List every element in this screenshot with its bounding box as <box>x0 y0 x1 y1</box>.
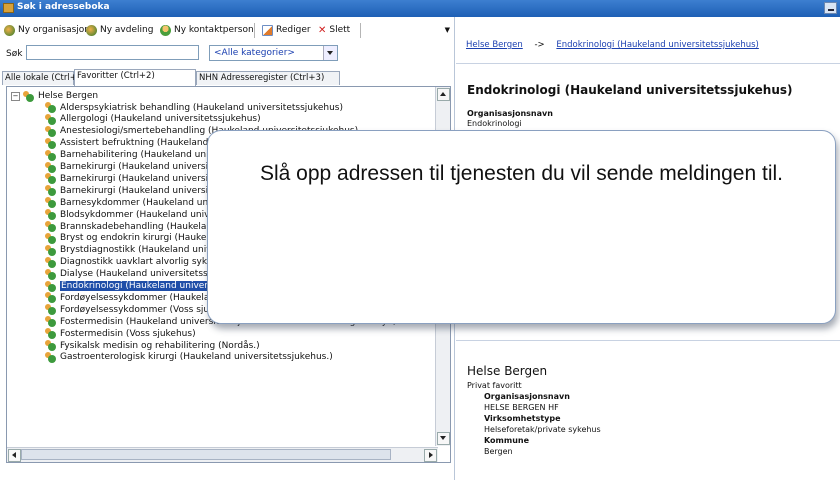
scroll-up-icon[interactable] <box>437 88 450 101</box>
breadcrumb-root-link[interactable]: Helse Bergen <box>466 40 523 50</box>
new-contact-button[interactable]: Ny kontaktperson <box>160 22 254 38</box>
breadcrumb: Helse Bergen -> Endokrinologi (Haukeland… <box>466 40 759 50</box>
scroll-left-icon[interactable] <box>8 449 21 462</box>
search-label: Søk <box>6 49 23 59</box>
detail-title: Endokrinologi (Haukeland universitetssju… <box>467 83 793 97</box>
instruction-callout: Slå opp adressen til tjenesten du vil se… <box>207 130 836 324</box>
favorite-municipality-value: Bergen <box>484 447 513 456</box>
toolbar-overflow-icon[interactable]: ▼ <box>445 26 450 34</box>
window-title: Søk i adresseboka <box>17 2 110 12</box>
breadcrumb-arrow: -> <box>534 40 545 50</box>
tab-all-local[interactable]: Alle lokale (Ctrl+1) <box>2 71 86 85</box>
favorite-title: Helse Bergen <box>467 364 548 378</box>
category-select-value: <Alle kategorier> <box>214 48 295 58</box>
favorite-municipality-label: Kommune <box>484 436 530 445</box>
toolbar-separator <box>360 23 361 38</box>
favorite-subtitle: Privat favoritt <box>467 381 522 390</box>
toolbar: Ny organisasjon Ny avdeling Ny kontaktpe… <box>4 20 452 40</box>
window-titlebar: Søk i adresseboka <box>0 0 840 17</box>
edit-icon <box>262 24 273 36</box>
divider <box>456 340 840 341</box>
org-name-value: Endokrinologi <box>467 119 522 128</box>
tab-favorites[interactable]: Favoritter (Ctrl+2) <box>74 69 196 86</box>
scroll-right-icon[interactable] <box>424 449 437 462</box>
department-icon <box>45 351 57 363</box>
scroll-thumb[interactable] <box>21 449 391 460</box>
tree-item[interactable]: Gastroenterologisk kirurgi (Haukeland un… <box>45 349 333 365</box>
department-icon <box>86 24 97 36</box>
delete-icon: ✕ <box>318 24 327 36</box>
search-input[interactable] <box>26 45 199 60</box>
favorite-type-label: Virksomhetstype <box>484 414 561 423</box>
edit-button[interactable]: Rediger <box>262 22 311 38</box>
minimize-button[interactable] <box>824 2 837 14</box>
favorite-org-value: HELSE BERGEN HF <box>484 403 559 412</box>
organization-icon <box>4 24 15 36</box>
favorite-org-label: Organisasjonsnavn <box>484 392 570 401</box>
tab-nhn-address-register[interactable]: NHN Adresseregister (Ctrl+3) <box>196 71 340 85</box>
org-name-label: Organisasjonsnavn <box>467 109 553 118</box>
tab-strip: Alle lokale (Ctrl+1) Favoritter (Ctrl+2)… <box>2 69 452 86</box>
scroll-down-icon[interactable] <box>437 432 450 445</box>
new-department-button[interactable]: Ny avdeling <box>86 22 153 38</box>
callout-text: Slå opp adressen til tjenesten du vil se… <box>260 162 783 185</box>
tree-horizontal-scrollbar[interactable] <box>7 447 438 462</box>
person-icon <box>160 24 171 36</box>
search-row: Søk <Alle kategorier> <box>6 45 446 63</box>
divider <box>456 63 840 64</box>
collapse-icon[interactable]: − <box>11 91 20 101</box>
toolbar-separator <box>254 23 255 38</box>
tree-item-label: Gastroenterologisk kirurgi (Haukeland un… <box>60 352 333 363</box>
favorite-type-value: Helseforetak/private sykehus <box>484 425 601 434</box>
new-organization-button[interactable]: Ny organisasjon <box>4 22 90 38</box>
delete-button[interactable]: ✕ Slett <box>318 22 350 38</box>
chevron-down-icon[interactable] <box>323 46 337 60</box>
category-select[interactable]: <Alle kategorier> <box>209 45 338 61</box>
address-book-icon <box>3 3 14 13</box>
organization-icon <box>23 90 35 102</box>
breadcrumb-leaf-link[interactable]: Endokrinologi (Haukeland universitetssju… <box>556 40 759 50</box>
